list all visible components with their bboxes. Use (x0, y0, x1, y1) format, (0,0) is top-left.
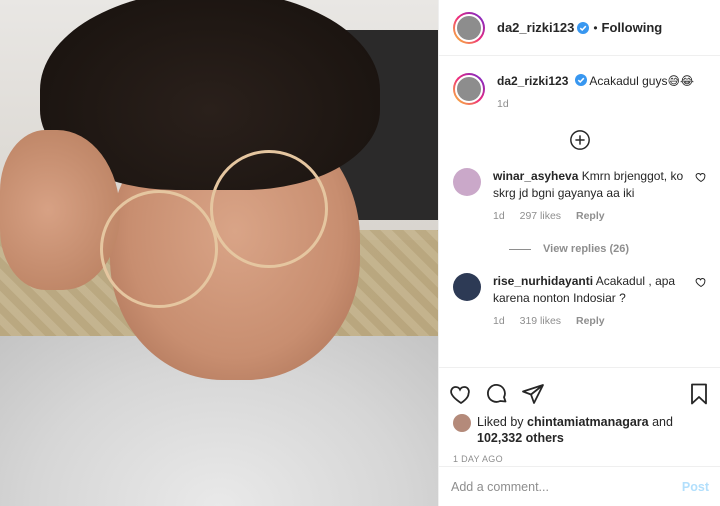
add-comment-bar: Post (439, 466, 720, 506)
load-more[interactable] (453, 129, 707, 154)
photo-glasses-left (100, 190, 218, 308)
caption-username[interactable]: da2_rizki123 (497, 74, 568, 88)
action-bar: Liked by chintamiatmanagara and 102,332 … (439, 367, 720, 464)
caption-age: 1d (497, 98, 509, 110)
likes-summary: Liked by chintamiatmanagara and 102,332 … (449, 412, 711, 448)
liked-by-prefix: Liked by (477, 415, 524, 429)
plus-circle-icon[interactable] (569, 129, 591, 151)
heart-icon[interactable] (449, 382, 473, 406)
author-avatar[interactable] (453, 11, 485, 44)
comment-age[interactable]: 1d (493, 210, 505, 222)
caption-avatar[interactable] (453, 73, 485, 105)
likes-others[interactable]: 102,332 others (477, 431, 564, 445)
view-replies[interactable]: View replies (26) (509, 243, 707, 255)
view-replies-label[interactable]: View replies (26) (543, 243, 629, 255)
reply-button[interactable]: Reply (576, 210, 605, 222)
photo-glasses-right (210, 150, 328, 268)
share-icon[interactable] (521, 382, 545, 406)
author-username[interactable]: da2_rizki123 (497, 20, 574, 35)
comment-heart-icon[interactable] (695, 171, 707, 183)
bookmark-icon[interactable] (687, 382, 711, 406)
comment-avatar[interactable] (453, 168, 481, 196)
caption: da2_rizki123 Acakadul guys😅😂 1d (453, 73, 707, 113)
comment-icon[interactable] (485, 382, 509, 406)
liker-username[interactable]: chintamiatmanagara (527, 415, 649, 429)
post-header: da2_rizki123 • Following (439, 0, 720, 56)
post-sidebar: da2_rizki123 • Following da2_rizki123 Ac… (438, 0, 720, 506)
comment-likes[interactable]: 297 likes (520, 210, 561, 222)
post-photo[interactable] (0, 0, 438, 506)
liker-avatar[interactable] (453, 414, 471, 432)
comment-avatar[interactable] (453, 273, 481, 301)
comment-item: winar_asyheva Kmrn brjenggot, ko skrg jd… (453, 168, 707, 225)
reply-button[interactable]: Reply (576, 315, 605, 327)
post-comment-button[interactable]: Post (682, 480, 709, 494)
comments-list[interactable]: da2_rizki123 Acakadul guys😅😂 1d winar_as… (439, 57, 720, 367)
verified-icon (577, 21, 590, 34)
following-button[interactable]: Following (602, 20, 663, 35)
comment-likes[interactable]: 319 likes (520, 315, 561, 327)
comment-heart-icon[interactable] (695, 276, 707, 288)
comment-username[interactable]: winar_asyheva (493, 169, 578, 183)
caption-text: Acakadul guys😅😂 (589, 74, 694, 88)
add-comment-input[interactable] (451, 479, 682, 494)
verified-icon (574, 74, 587, 86)
comment-username[interactable]: rise_nurhidayanti (493, 274, 593, 288)
liked-by-and: and (652, 415, 673, 429)
separator-dot: • (593, 20, 598, 35)
comment-item: rise_nurhidayanti Acakadul , apa karena … (453, 273, 707, 330)
comment-age[interactable]: 1d (493, 315, 505, 327)
post-time[interactable]: 1 DAY AGO (453, 454, 707, 464)
